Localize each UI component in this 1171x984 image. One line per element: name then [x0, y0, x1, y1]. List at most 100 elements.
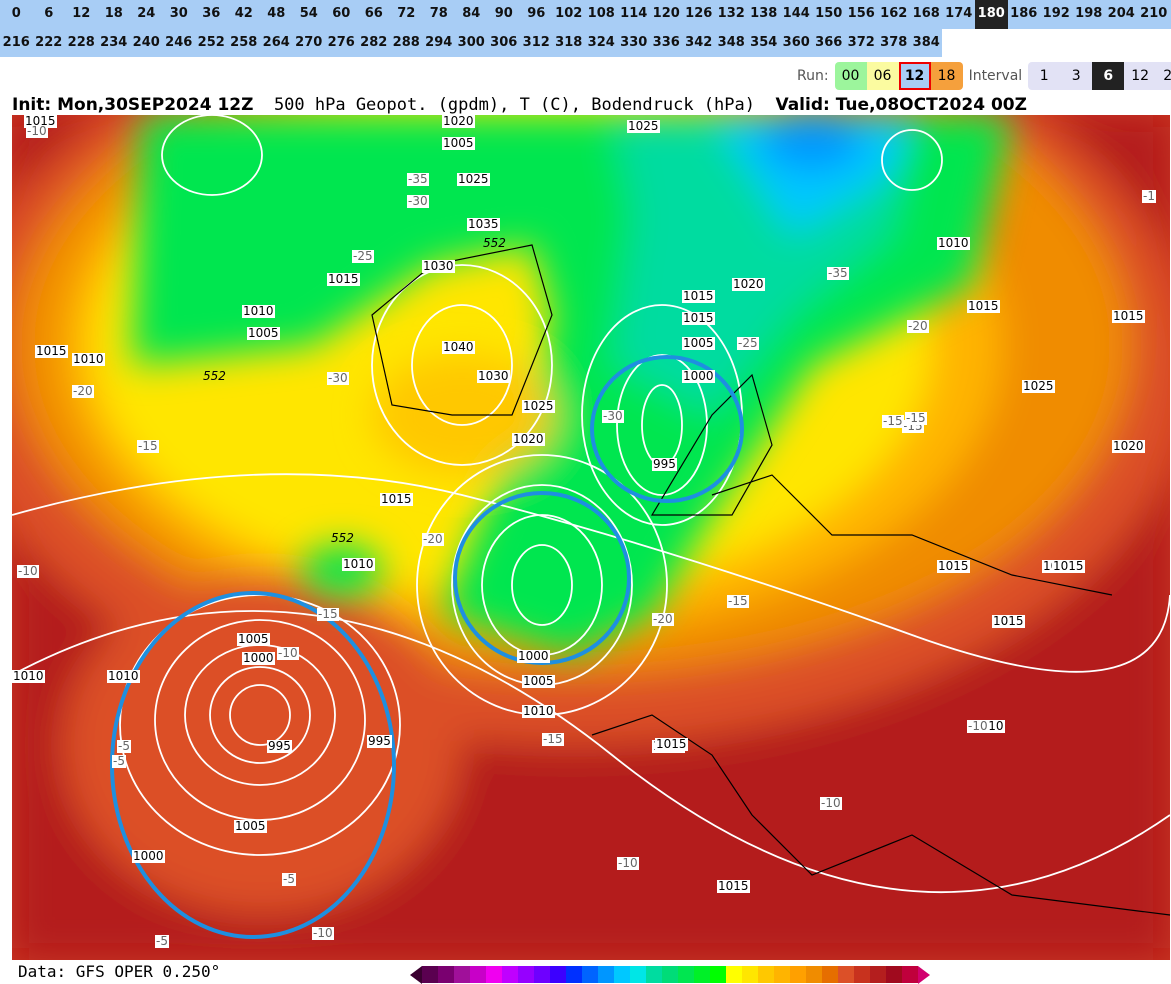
temperature-label: -1 — [1142, 189, 1156, 203]
hour-144[interactable]: 144 — [780, 0, 813, 29]
temperature-label: -35 — [827, 266, 849, 280]
hour-312[interactable]: 312 — [520, 29, 553, 57]
hour-180[interactable]: 180 — [975, 0, 1008, 29]
hour-306[interactable]: 306 — [488, 29, 521, 57]
hour-210[interactable]: 210 — [1138, 0, 1171, 29]
hour-264[interactable]: 264 — [260, 29, 293, 57]
isobar-label: 1015 — [380, 492, 413, 506]
hour-120[interactable]: 120 — [650, 0, 683, 29]
hour-252[interactable]: 252 — [195, 29, 228, 57]
hour-324[interactable]: 324 — [585, 29, 618, 57]
run-06[interactable]: 06 — [866, 62, 899, 90]
hour-132[interactable]: 132 — [715, 0, 748, 29]
interval-12[interactable]: 12 — [1124, 62, 1156, 90]
color-scale-swatch — [582, 966, 598, 983]
hour-342[interactable]: 342 — [683, 29, 716, 57]
hour-138[interactable]: 138 — [748, 0, 781, 29]
hour-372[interactable]: 372 — [845, 29, 878, 57]
temperature-label: -10 — [277, 646, 299, 660]
hour-72[interactable]: 72 — [390, 0, 423, 29]
hour-168[interactable]: 168 — [910, 0, 943, 29]
hour-42[interactable]: 42 — [228, 0, 261, 29]
hour-288[interactable]: 288 — [390, 29, 423, 57]
isobar-label: 1010 — [72, 352, 105, 366]
hour-150[interactable]: 150 — [813, 0, 846, 29]
temperature-label: -5 — [155, 934, 169, 948]
hour-354[interactable]: 354 — [748, 29, 781, 57]
hour-384[interactable]: 384 — [910, 29, 943, 57]
interval-6[interactable]: 6 — [1092, 62, 1125, 90]
hour-174[interactable]: 174 — [943, 0, 976, 29]
hour-336[interactable]: 336 — [650, 29, 683, 57]
hour-300[interactable]: 300 — [455, 29, 488, 57]
hour-114[interactable]: 114 — [618, 0, 651, 29]
hour-348[interactable]: 348 — [715, 29, 748, 57]
hour-282[interactable]: 282 — [358, 29, 391, 57]
color-scale-swatch — [518, 966, 534, 983]
hour-234[interactable]: 234 — [98, 29, 131, 57]
hour-78[interactable]: 78 — [423, 0, 456, 29]
hour-360[interactable]: 360 — [780, 29, 813, 57]
color-scale-swatch — [742, 966, 758, 983]
hour-162[interactable]: 162 — [878, 0, 911, 29]
hour-228[interactable]: 228 — [65, 29, 98, 57]
hour-330[interactable]: 330 — [618, 29, 651, 57]
temperature-label: -30 — [602, 409, 624, 423]
interval-3[interactable]: 3 — [1060, 62, 1092, 90]
hour-318[interactable]: 318 — [553, 29, 586, 57]
hour-240[interactable]: 240 — [130, 29, 163, 57]
hour-36[interactable]: 36 — [195, 0, 228, 29]
hour-126[interactable]: 126 — [683, 0, 716, 29]
hour-84[interactable]: 84 — [455, 0, 488, 29]
weather-map[interactable]: 1015 1020 1025 1025 1005 1010 1015 1005 1015 1010… — [12, 115, 1170, 960]
temperature-label: -30 — [327, 371, 349, 385]
interval-1[interactable]: 1 — [1028, 62, 1060, 90]
hour-378[interactable]: 378 — [878, 29, 911, 57]
run-12[interactable]: 12 — [898, 62, 931, 90]
hour-24[interactable]: 24 — [130, 0, 163, 29]
hour-186[interactable]: 186 — [1008, 0, 1041, 29]
hour-0[interactable]: 0 — [0, 0, 33, 29]
temperature-label: -20 — [422, 532, 444, 546]
isobar-label: 1005 — [247, 326, 280, 340]
hour-192[interactable]: 192 — [1040, 0, 1073, 29]
hour-6[interactable]: 6 — [33, 0, 66, 29]
color-scale-swatch — [710, 966, 726, 983]
hour-258[interactable]: 258 — [228, 29, 261, 57]
hour-294[interactable]: 294 — [423, 29, 456, 57]
hour-270[interactable]: 270 — [293, 29, 326, 57]
hour-66[interactable]: 66 — [358, 0, 391, 29]
hour-48[interactable]: 48 — [260, 0, 293, 29]
hour-54[interactable]: 54 — [293, 0, 326, 29]
hour-30[interactable]: 30 — [163, 0, 196, 29]
hour-108[interactable]: 108 — [585, 0, 618, 29]
hour-60[interactable]: 60 — [325, 0, 358, 29]
hour-156[interactable]: 156 — [845, 0, 878, 29]
hour-222[interactable]: 222 — [33, 29, 66, 57]
run-18[interactable]: 18 — [930, 62, 963, 90]
hour-246[interactable]: 246 — [163, 29, 196, 57]
color-scale-swatch — [694, 966, 710, 983]
run-00[interactable]: 00 — [834, 62, 867, 90]
isobar-label: 1010 — [12, 669, 45, 683]
isobar-label: 1015 — [717, 879, 750, 893]
isobar-label: 1015 — [992, 614, 1025, 628]
hour-216[interactable]: 216 — [0, 29, 33, 57]
isobar-label: 995 — [267, 739, 292, 753]
temperature-label: -20 — [72, 384, 94, 398]
hour-102[interactable]: 102 — [553, 0, 586, 29]
temperature-label: -15 — [317, 607, 339, 621]
hour-96[interactable]: 96 — [520, 0, 553, 29]
interval-24[interactable]: 24 — [1156, 62, 1171, 90]
hour-12[interactable]: 12 — [65, 0, 98, 29]
isobar-label: 1020 — [1112, 439, 1145, 453]
hour-276[interactable]: 276 — [325, 29, 358, 57]
hour-204[interactable]: 204 — [1105, 0, 1138, 29]
isobar-label: 1015 — [967, 299, 1000, 313]
hour-366[interactable]: 366 — [813, 29, 846, 57]
hour-90[interactable]: 90 — [488, 0, 521, 29]
isobar-label: 1015 — [327, 272, 360, 286]
init-time: Init: Mon,30SEP2024 12Z — [12, 95, 254, 115]
hour-18[interactable]: 18 — [98, 0, 131, 29]
hour-198[interactable]: 198 — [1073, 0, 1106, 29]
